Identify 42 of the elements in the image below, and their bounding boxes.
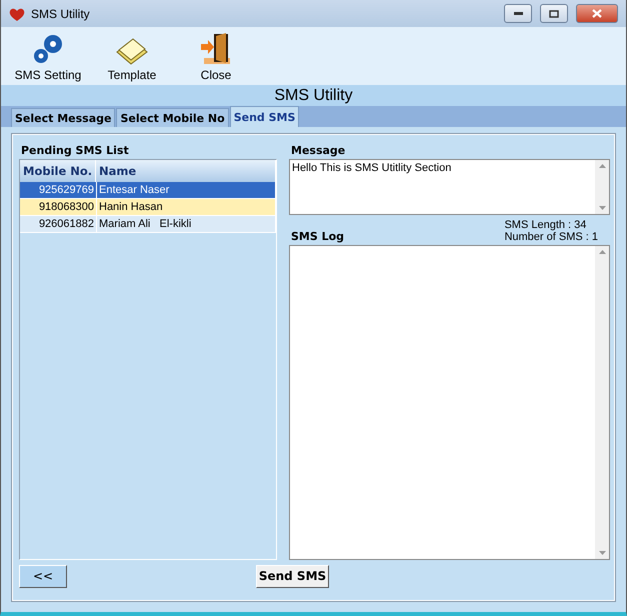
message-field[interactable]: Hello This is SMS Utitlity Section xyxy=(289,159,610,215)
scroll-down-icon[interactable] xyxy=(598,551,606,555)
notes-icon xyxy=(115,36,149,66)
scroll-up-icon[interactable] xyxy=(598,250,606,254)
mobile-cell: 918068300 xyxy=(20,199,97,215)
name-cell: Entesar Naser xyxy=(97,182,276,198)
message-label: Message xyxy=(290,143,346,159)
close-button[interactable] xyxy=(576,4,618,23)
page-heading: SMS Utility xyxy=(1,85,626,106)
close-icon xyxy=(592,9,602,18)
window-title: SMS Utility xyxy=(31,6,91,20)
gears-icon xyxy=(31,32,65,66)
list-row[interactable]: 926061882 Mariam Ali El-kikli xyxy=(20,216,276,233)
sms-length: SMS Length : 34 xyxy=(504,219,588,231)
door-exit-icon xyxy=(200,32,232,66)
app-icon xyxy=(9,6,25,20)
minimize-button[interactable] xyxy=(504,4,532,23)
send-button[interactable]: Send SMS xyxy=(256,564,329,588)
toolbar-button[interactable]: SMS Setting xyxy=(13,32,83,82)
mobile-cell: 926061882 xyxy=(20,216,97,232)
toolbar-button[interactable]: Close xyxy=(181,32,251,82)
tab[interactable]: Select Message xyxy=(11,108,116,127)
list-title: Pending SMS List xyxy=(20,143,130,159)
sms-count: Number of SMS : 1 xyxy=(504,231,598,243)
maximize-button[interactable] xyxy=(540,4,568,23)
column-header[interactable]: Mobile No. xyxy=(20,160,96,182)
toolbar-button[interactable]: Template xyxy=(97,36,167,82)
scroll-up-icon[interactable] xyxy=(598,164,606,168)
name-cell: Mariam Ali El-kikli xyxy=(97,216,276,232)
list-row[interactable]: 918068300 Hanin Hasan xyxy=(20,199,276,216)
scroll-down-icon[interactable] xyxy=(598,206,606,210)
log-label: SMS Log xyxy=(290,229,344,245)
back-button[interactable]: << xyxy=(19,564,67,588)
mobile-cell: 925629769 xyxy=(20,182,97,198)
log-field[interactable] xyxy=(289,245,610,560)
minimize-icon xyxy=(514,12,522,15)
maximize-icon xyxy=(549,10,559,18)
list-row[interactable]: 925629769 Entesar Naser xyxy=(20,182,276,199)
column-header[interactable]: Name xyxy=(96,160,276,182)
tab[interactable]: Send SMS xyxy=(230,106,300,127)
tab[interactable]: Select Mobile No xyxy=(116,108,229,127)
name-cell: Hanin Hasan xyxy=(97,199,276,215)
